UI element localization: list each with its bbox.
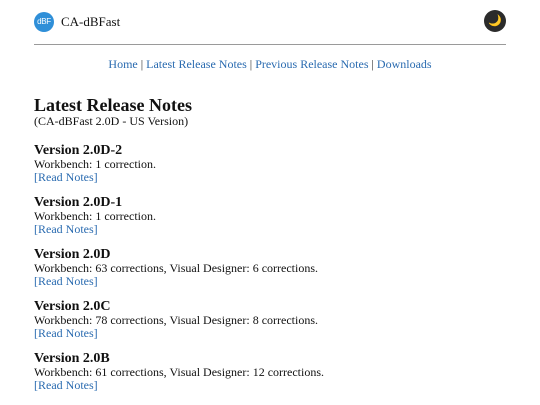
release-version: Version 2.0C (34, 299, 111, 314)
release-version: Version 2.0D-1 (34, 195, 123, 210)
read-notes-line: [Read Notes] (34, 327, 506, 340)
site-logo-icon[interactable]: dBF (34, 12, 54, 32)
release-summary: Workbench: 1 correction. (34, 157, 156, 171)
moon-icon[interactable]: 🌙 (484, 10, 506, 32)
site-name[interactable]: CA-dBFast (61, 14, 120, 30)
read-notes-line: [Read Notes] (34, 275, 506, 288)
nav-separator: | (371, 57, 374, 71)
page-title: Latest Release Notes (34, 95, 192, 115)
read-notes-line: [Read Notes] (34, 379, 506, 392)
nav-link-previous-release-notes[interactable]: Previous Release Notes (255, 57, 368, 71)
site-header: dBF CA-dBFast 🌙 (34, 8, 506, 45)
page-subtitle: (CA-dBFast 2.0D - US Version) (34, 114, 189, 128)
read-notes-link[interactable]: Read Notes (38, 378, 94, 392)
bracket-close: ] (93, 274, 98, 288)
read-notes-line: [Read Notes] (34, 171, 506, 184)
nav-link-home[interactable]: Home (108, 57, 137, 71)
release-version: Version 2.0D-2 (34, 143, 123, 158)
release-summary: Workbench: 63 corrections, Visual Design… (34, 261, 319, 275)
release-summary: Workbench: 1 correction. (34, 209, 156, 223)
main-nav: Home | Latest Release Notes | Previous R… (0, 56, 540, 72)
read-notes-link[interactable]: Read Notes (38, 274, 94, 288)
nav-separator: | (249, 57, 253, 71)
release-item: Version 2.0D-1 Workbench: 1 correction. … (34, 196, 506, 236)
nav-link-downloads[interactable]: Downloads (377, 57, 432, 71)
bracket-close: ] (93, 326, 98, 340)
main-content: Latest Release Notes (CA-dBFast 2.0D - U… (34, 96, 506, 404)
read-notes-link[interactable]: Read Notes (38, 170, 94, 184)
nav-separator: | (140, 57, 144, 71)
bracket-close: ] (93, 170, 98, 184)
read-notes-link[interactable]: Read Notes (38, 222, 94, 236)
release-version: Version 2.0D (34, 247, 111, 262)
bracket-close: ] (93, 378, 98, 392)
release-version: Version 2.0B (34, 351, 110, 366)
bracket-close: ] (93, 222, 98, 236)
read-notes-link[interactable]: Read Notes (38, 326, 94, 340)
release-summary: Workbench: 61 corrections, Visual Design… (34, 365, 325, 379)
release-item: Version 2.0B Workbench: 61 corrections, … (34, 352, 506, 392)
release-summary: Workbench: 78 corrections, Visual Design… (34, 313, 319, 327)
release-item: Version 2.0D-2 Workbench: 1 correction. … (34, 144, 506, 184)
read-notes-line: [Read Notes] (34, 223, 506, 236)
release-item: Version 2.0D Workbench: 63 corrections, … (34, 248, 506, 288)
release-item: Version 2.0C Workbench: 78 corrections, … (34, 300, 506, 340)
nav-link-latest-release-notes[interactable]: Latest Release Notes (146, 57, 247, 71)
